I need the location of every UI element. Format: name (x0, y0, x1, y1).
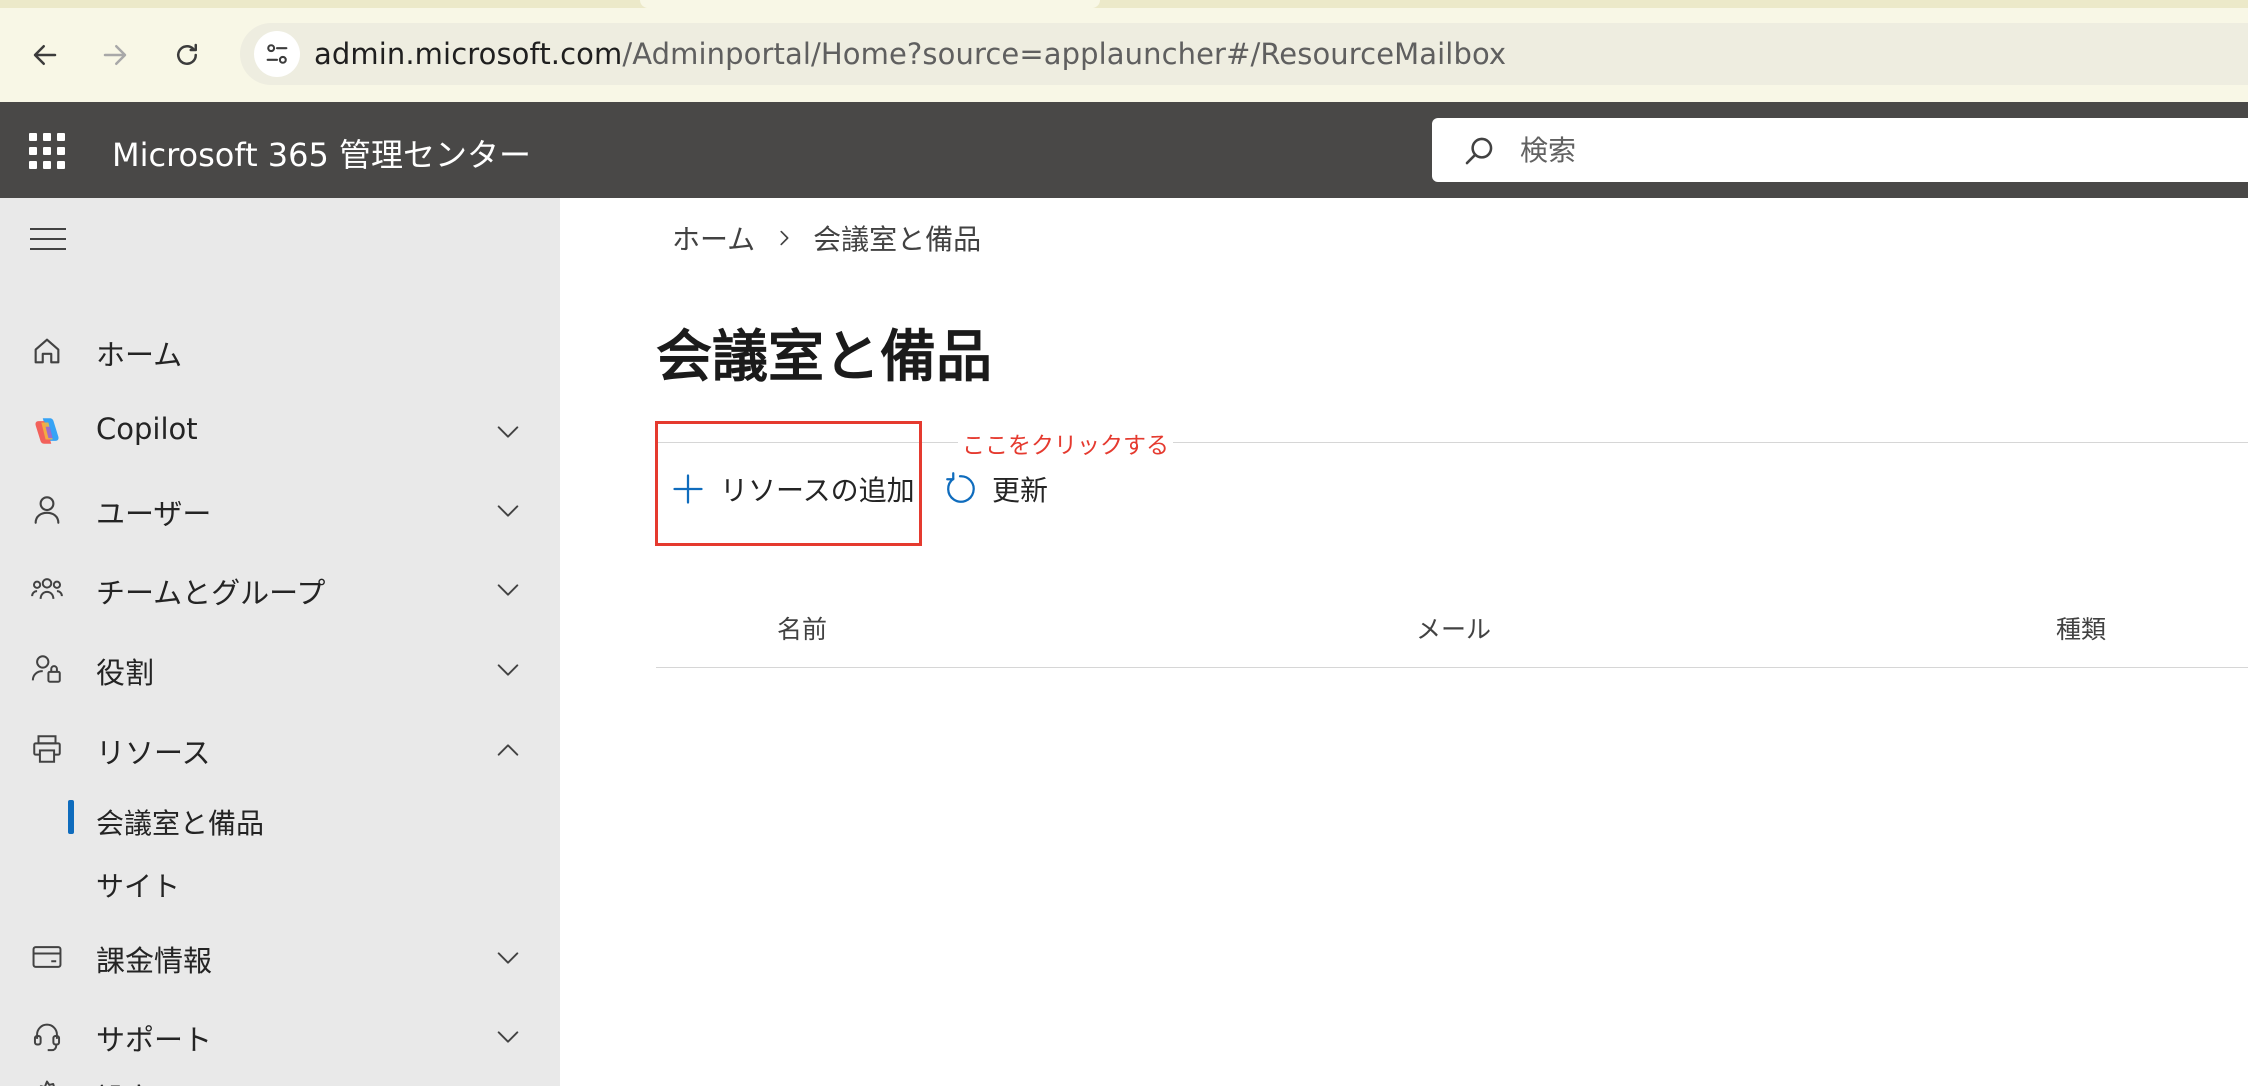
chevron-down-icon (497, 1031, 519, 1043)
user-icon (34, 496, 60, 524)
table-header-divider (656, 667, 2248, 668)
home-icon (34, 338, 60, 364)
printer-resources-icon (33, 735, 61, 763)
nav-item-settings[interactable]: 設定 (0, 1062, 560, 1086)
selected-indicator (68, 800, 74, 834)
chevron-down-icon (497, 426, 519, 438)
copilot-icon (35, 418, 59, 444)
chevron-down-icon (497, 584, 519, 596)
app-launcher-icon[interactable] (22, 126, 72, 176)
app-title[interactable]: Microsoft 365 管理センター (112, 130, 531, 176)
search-icon (1465, 137, 1493, 165)
nav-item-label: ホーム (96, 338, 183, 372)
nav-subitem-label: サイト (96, 870, 181, 903)
tab-strip (0, 0, 2248, 8)
gear-icon (39, 1080, 55, 1086)
breadcrumb: ホーム 会議室と備品 (672, 218, 981, 258)
nav-item-users[interactable]: ユーザー (0, 477, 560, 541)
url-text[interactable]: admin.microsoft.com/Adminportal/Home?sou… (314, 37, 1506, 71)
back-button[interactable] (20, 30, 70, 80)
nav-subitem-sites[interactable]: サイト (0, 855, 560, 909)
nav-item-label: 課金情報 (96, 944, 213, 978)
column-header-type[interactable]: 種類 (2056, 610, 2106, 646)
refresh-button[interactable]: 更新 (942, 462, 1048, 516)
breadcrumb-current: 会議室と備品 (813, 223, 982, 256)
active-tab[interactable] (640, 0, 1100, 8)
nav-item-roles[interactable]: 役割 (0, 636, 560, 700)
people-team-icon (31, 578, 63, 599)
chevron-down-icon (494, 1082, 522, 1086)
column-header-name[interactable]: 名前 (777, 610, 827, 646)
nav-item-label: Copilot (96, 412, 198, 446)
annotation-highlight-box (655, 421, 922, 546)
search-input[interactable] (1520, 130, 2220, 170)
nav-item-teams-groups[interactable]: チームとグループ (0, 556, 560, 620)
breadcrumb-home-link[interactable]: ホーム (672, 218, 755, 258)
nav-item-label: チームとグループ (96, 576, 326, 610)
headset-icon (33, 1023, 61, 1052)
chevron-up-icon (497, 744, 519, 756)
nav-subitem-rooms-equipment[interactable]: 会議室と備品 (0, 792, 560, 846)
back-arrow-icon (33, 45, 57, 65)
nav-item-label: サポート (96, 1023, 213, 1057)
url-host: admin.microsoft.com (314, 37, 623, 71)
annotation-text: ここをクリックする (958, 426, 1173, 460)
credit-card-icon (32, 946, 62, 968)
address-bar[interactable]: admin.microsoft.com/Adminportal/Home?sou… (240, 23, 2248, 85)
column-header-email[interactable]: メール (1416, 610, 1491, 646)
reload-icon (177, 43, 197, 65)
nav-item-label: ユーザー (96, 497, 212, 531)
nav-item-billing[interactable]: 課金情報 (0, 924, 560, 988)
site-info-button[interactable] (254, 31, 300, 77)
refresh-icon (946, 472, 975, 503)
nav-item-home[interactable]: ホーム (0, 318, 560, 382)
forward-arrow-icon (103, 45, 127, 65)
chevron-down-icon (497, 664, 519, 676)
nav-item-label: 役割 (96, 656, 155, 690)
chevron-down-icon (497, 505, 519, 517)
nav-item-support[interactable]: サポート (0, 1003, 560, 1067)
search-box[interactable] (1432, 118, 2248, 182)
url-path: /Adminportal/Home?source=applauncher#/Re… (622, 37, 1507, 71)
refresh-label: 更新 (992, 474, 1049, 507)
site-settings-icon (266, 44, 288, 64)
app-header: Microsoft 365 管理センター (0, 102, 2248, 198)
chevron-right-icon (780, 230, 789, 246)
nav-subitem-label: 会議室と備品 (96, 807, 265, 840)
nav-item-label: リソース (96, 736, 211, 770)
nav-item-label: 設定 (96, 1076, 154, 1086)
left-navigation: ホーム Copilot ユーザー チームとグループ 役割 リソース 会議室と備品… (0, 198, 560, 1086)
nav-item-resources[interactable]: リソース (0, 716, 560, 780)
nav-item-copilot[interactable]: Copilot (0, 398, 560, 462)
person-key-icon (31, 655, 61, 683)
reload-button[interactable] (162, 30, 212, 80)
hamburger-menu-icon[interactable] (30, 228, 66, 250)
chevron-down-icon (497, 952, 519, 964)
page-title: 会議室と備品 (656, 325, 992, 390)
forward-button[interactable] (90, 30, 140, 80)
browser-toolbar: admin.microsoft.com/Adminportal/Home?sou… (0, 0, 2248, 102)
